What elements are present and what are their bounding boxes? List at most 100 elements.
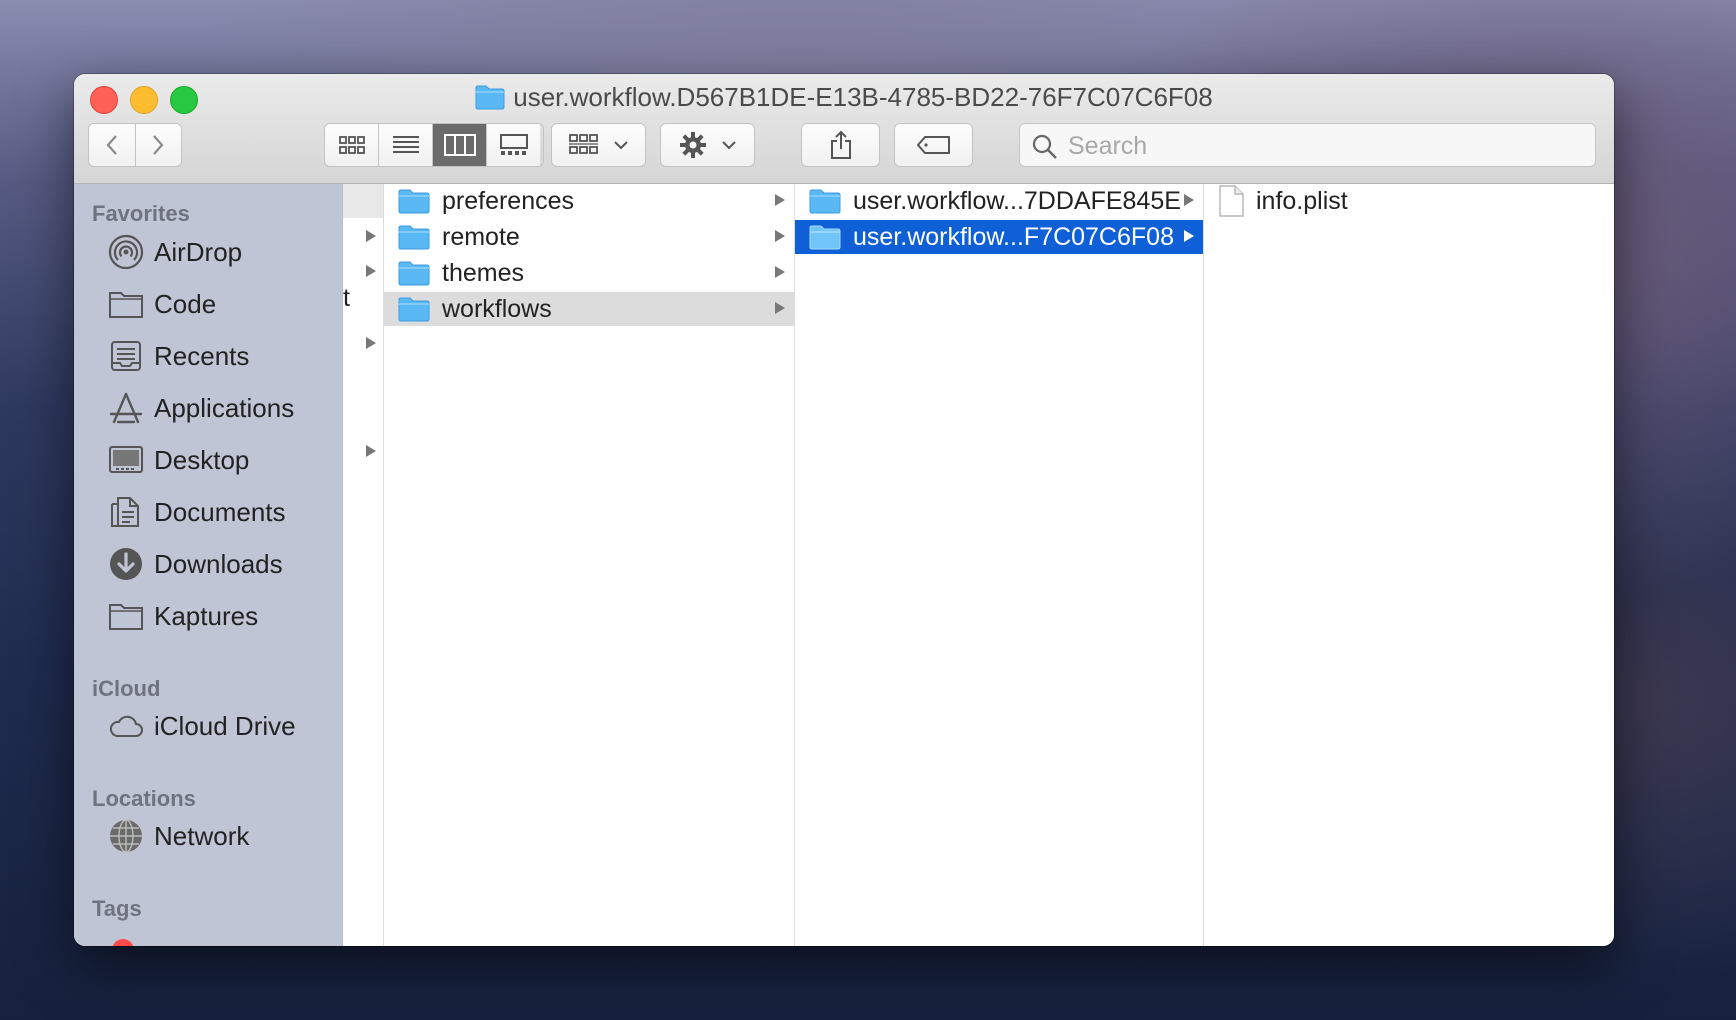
- column-parent: t: [343, 184, 384, 946]
- forward-button[interactable]: [135, 124, 181, 166]
- column-library: preferences remote themes workflows: [384, 184, 795, 946]
- sidebar-header-icloud: iCloud: [92, 676, 161, 701]
- truncated-item-label: t: [343, 284, 350, 312]
- sidebar-header-locations: Locations: [92, 786, 196, 811]
- file-icon: [1219, 185, 1244, 217]
- disclosure-arrow-icon: [775, 302, 785, 314]
- search-icon: [1032, 134, 1057, 159]
- tag-button[interactable]: [894, 123, 973, 167]
- item-label: user.workflow...F7C07C6F08: [853, 222, 1174, 251]
- back-button[interactable]: [89, 124, 136, 166]
- tag-color-dot[interactable]: [112, 939, 134, 946]
- folder-icon: [809, 189, 841, 214]
- list-item[interactable]: themes: [384, 256, 794, 290]
- desktop-icon: [109, 446, 143, 473]
- tag-icon: [916, 136, 950, 154]
- list-item[interactable]: info.plist: [1204, 184, 1614, 218]
- list-item-selected[interactable]: [343, 184, 383, 218]
- disclosure-arrow-icon: [366, 445, 376, 457]
- group-icon: [568, 134, 598, 154]
- sidebar-item-desktop[interactable]: Desktop: [108, 440, 249, 480]
- sidebar-item-label: Kaptures: [154, 600, 259, 631]
- folder-icon: [398, 225, 430, 250]
- list-view-button[interactable]: [379, 124, 433, 166]
- folder-icon: [398, 189, 430, 214]
- list-item[interactable]: preferences: [384, 184, 794, 218]
- airdrop-icon: [108, 234, 144, 270]
- sidebar-item-label: iCloud Drive: [154, 710, 296, 741]
- sidebar-item-label: Recents: [154, 340, 250, 371]
- item-label: user.workflow...7DDAFE845E: [853, 186, 1181, 215]
- sidebar-item-code[interactable]: Code: [108, 284, 216, 324]
- network-icon: [110, 819, 142, 853]
- sidebar-item-downloads[interactable]: Downloads: [108, 544, 283, 584]
- view-mode-control: [324, 123, 544, 167]
- sidebar-item-kaptures[interactable]: Kaptures: [108, 596, 258, 636]
- share-icon: [830, 130, 851, 159]
- folder-icon: [809, 225, 841, 250]
- gallery-view-button[interactable]: [487, 124, 540, 166]
- grid-icon: [338, 136, 365, 154]
- chevron-left-icon: [106, 135, 117, 155]
- disclosure-arrow-icon: [775, 230, 785, 242]
- sidebar-item-applications[interactable]: Applications: [108, 388, 294, 428]
- search-field[interactable]: [1019, 123, 1596, 168]
- columns-icon: [443, 134, 476, 156]
- column-workflows: user.workflow...7DDAFE845E user.workflow…: [795, 184, 1204, 946]
- sidebar-item-label: Code: [154, 288, 217, 319]
- action-button[interactable]: [660, 123, 755, 167]
- share-button[interactable]: [801, 123, 880, 167]
- column-view-button[interactable]: [433, 124, 487, 166]
- downloads-icon: [110, 548, 142, 580]
- sidebar-item-airdrop[interactable]: AirDrop: [108, 232, 242, 272]
- list-item-selected[interactable]: workflows: [384, 292, 794, 326]
- cloud-icon: [109, 715, 143, 737]
- sidebar-item-network[interactable]: Network: [108, 816, 249, 856]
- search-input[interactable]: [1066, 124, 1590, 168]
- gallery-icon: [499, 134, 528, 155]
- folder-icon: [398, 261, 430, 286]
- disclosure-arrow-icon: [1184, 194, 1194, 206]
- item-label: remote: [442, 222, 520, 251]
- disclosure-arrow-icon: [1184, 230, 1194, 242]
- disclosure-arrow-icon: [775, 194, 785, 206]
- icon-view-button[interactable]: [325, 124, 379, 166]
- disclosure-arrow-icon: [366, 230, 376, 242]
- gear-icon: [679, 132, 706, 158]
- sidebar-item-documents[interactable]: Documents: [108, 492, 286, 532]
- sidebar-item-label: Applications: [154, 392, 295, 423]
- chevron-down-icon: [613, 141, 628, 150]
- folder-icon: [475, 84, 505, 117]
- applications-icon: [109, 392, 143, 424]
- sidebar-item-label: Desktop: [154, 444, 250, 475]
- chevron-right-icon: [153, 135, 164, 155]
- list-item-selected[interactable]: user.workflow...F7C07C6F08: [795, 220, 1203, 254]
- recents-icon: [111, 341, 141, 371]
- list-item[interactable]: user.workflow...7DDAFE845E: [795, 184, 1203, 218]
- finder-window: user.workflow.D567B1DE-E13B-4785-BD22-76…: [74, 74, 1614, 946]
- item-label: themes: [442, 258, 524, 287]
- list-item[interactable]: remote: [384, 220, 794, 254]
- documents-icon: [111, 497, 139, 527]
- titlebar: user.workflow.D567B1DE-E13B-4785-BD22-76…: [74, 74, 1614, 184]
- sidebar-item-label: Network: [154, 820, 250, 851]
- folder-icon: [109, 292, 143, 318]
- group-button[interactable]: [551, 123, 646, 167]
- sidebar-item-label: AirDrop: [154, 236, 243, 267]
- navigation-buttons: [88, 123, 182, 167]
- sidebar-header-favorites: Favorites: [92, 201, 190, 226]
- item-label: workflows: [442, 294, 552, 323]
- disclosure-arrow-icon: [775, 266, 785, 278]
- sidebar: Favorites AirDrop Code Recents Applicati…: [74, 184, 343, 946]
- sidebar-item-label: Downloads: [154, 548, 283, 579]
- sidebar-item-recents[interactable]: Recents: [108, 336, 249, 376]
- folder-icon: [109, 604, 143, 630]
- disclosure-arrow-icon: [366, 265, 376, 277]
- folder-icon: [398, 297, 430, 322]
- sidebar-item-icloud-drive[interactable]: iCloud Drive: [108, 706, 296, 746]
- sidebar-item-label: Documents: [154, 496, 286, 527]
- disclosure-arrow-icon: [366, 337, 376, 349]
- item-label: info.plist: [1256, 186, 1348, 215]
- chevron-down-icon: [721, 141, 736, 150]
- item-label: preferences: [442, 186, 575, 215]
